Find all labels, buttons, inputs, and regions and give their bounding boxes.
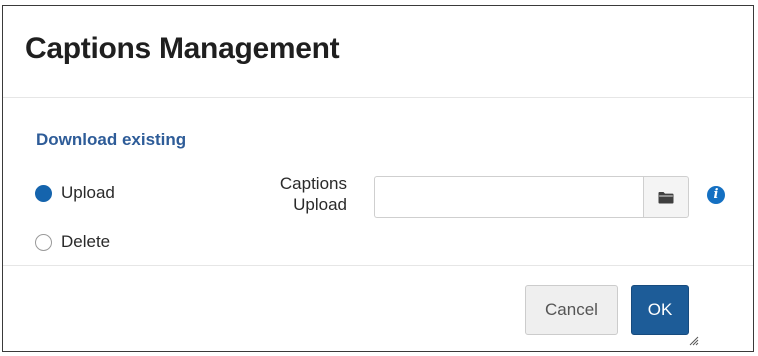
- radio-delete[interactable]: Delete: [35, 232, 110, 252]
- dialog-title: Captions Management: [25, 32, 340, 65]
- radio-upload[interactable]: Upload: [35, 183, 115, 203]
- captions-upload-label: Captions Upload: [279, 174, 347, 214]
- captions-management-dialog: Captions Management Download existing Up…: [2, 5, 754, 352]
- resize-grip-icon[interactable]: [689, 336, 699, 346]
- dialog-header: Captions Management: [3, 6, 753, 98]
- dialog-footer: Cancel OK: [3, 265, 753, 351]
- browse-button[interactable]: [643, 176, 689, 218]
- radio-checked-icon[interactable]: [35, 184, 52, 202]
- radio-unchecked-icon[interactable]: [35, 233, 52, 251]
- captions-upload-input[interactable]: [374, 176, 643, 218]
- ok-button[interactable]: OK: [631, 285, 689, 335]
- radio-upload-label: Upload: [61, 183, 115, 202]
- download-existing-link[interactable]: Download existing: [36, 130, 186, 150]
- dialog-body: Download existing Upload Delete Captions…: [3, 98, 753, 265]
- cancel-button[interactable]: Cancel: [525, 285, 618, 335]
- radio-delete-label: Delete: [61, 232, 111, 251]
- folder-icon: [658, 191, 674, 203]
- info-icon[interactable]: i: [707, 186, 725, 204]
